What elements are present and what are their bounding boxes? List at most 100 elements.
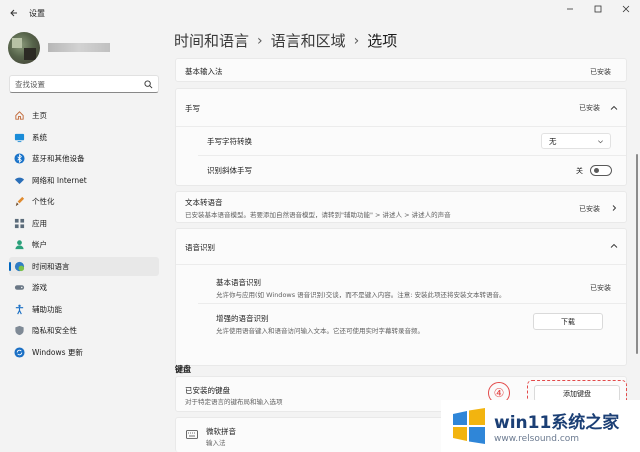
search-box[interactable]: 查找设置 (9, 75, 159, 93)
sidebar-item-accessibility[interactable]: 辅助功能 (9, 300, 159, 319)
installed-keyboards-description: 对于特定语言的键布局和输入选项 (185, 398, 283, 406)
page-title: 选项 (367, 32, 398, 50)
breadcrumb: 时间和语言 › 语言和区域 › 选项 (174, 30, 397, 51)
watermark-text: win11系统之家 www.relsound.com (494, 408, 619, 444)
tts-status: 已安装 (579, 205, 600, 213)
windows-logo-icon (449, 408, 489, 444)
shield-icon (13, 325, 25, 337)
tts-description: 已安装基本语音模型。若要添加自然语音模型，请转到"辅助功能" > 讲述人 > 讲… (185, 211, 451, 219)
sidebar-item-accounts[interactable]: 帐户 (9, 235, 159, 254)
sidebar-item-label: 辅助功能 (32, 304, 62, 314)
home-icon (13, 110, 25, 122)
watermark: win11系统之家 www.relsound.com (441, 400, 640, 452)
watermark-title: win11系统之家 (494, 413, 620, 433)
brush-icon (13, 196, 25, 208)
italic-toggle-state: 关 (576, 167, 583, 175)
sidebar-item-home[interactable]: 主页 (9, 106, 159, 125)
update-icon (13, 346, 25, 358)
maximize-icon (594, 5, 602, 13)
breadcrumb-time-language[interactable]: 时间和语言 (174, 30, 249, 51)
person-icon (13, 239, 25, 251)
sidebar-item-label: 应用 (32, 218, 47, 228)
speech-card: 语音识别 基本语音识别 允许你与应用(如 Windows 语音识别)交谈，而不是… (175, 228, 627, 366)
keyboard-icon (186, 430, 198, 441)
monitor-icon (13, 131, 25, 143)
arrow-left-icon (10, 9, 17, 17)
sidebar-item-label: 系统 (32, 132, 47, 142)
window-controls (556, 0, 640, 18)
minimize-icon (567, 8, 573, 10)
dropdown-value: 无 (549, 136, 557, 146)
keyboard-section-heading: 键盘 (175, 365, 191, 374)
chevron-up-icon (610, 104, 618, 112)
sidebar-item-privacy[interactable]: 隐私和安全性 (9, 321, 159, 340)
chevron-down-icon (597, 138, 604, 147)
sidebar-item-gaming[interactable]: 游戏 (9, 278, 159, 297)
handwriting-status: 已安装 (579, 104, 600, 112)
sidebar-item-time-language[interactable]: 时间和语言 (9, 256, 159, 276)
main-content: 时间和语言 › 语言和区域 › 选项 基本输入法 已安装 手写 已安装 手写字符… (166, 26, 640, 452)
handwriting-title: 手写 (185, 104, 200, 113)
keyboard-item-name: 微软拼音 (206, 427, 236, 436)
tts-card[interactable]: 文本转语音 已安装基本语音模型。若要添加自然语音模型，请转到"辅助功能" > 讲… (175, 191, 627, 223)
sidebar-item-personalization[interactable]: 个性化 (9, 192, 159, 211)
basic-input-title: 基本输入法 (185, 67, 223, 76)
download-button-label: 下载 (561, 317, 575, 326)
apps-icon (13, 217, 25, 229)
app-title: 设置 (29, 8, 45, 18)
enhanced-speech-title: 增强的语音识别 (216, 314, 269, 323)
basic-speech-status: 已安装 (590, 284, 611, 292)
avatar (8, 32, 40, 64)
profile-name-redacted (48, 43, 110, 52)
sidebar-item-bluetooth[interactable]: 蓝牙和其他设备 (9, 149, 159, 168)
tts-title: 文本转语音 (185, 198, 223, 207)
divider (198, 303, 626, 304)
globe-clock-icon (13, 260, 25, 272)
wifi-icon (13, 174, 25, 186)
chevron-right-icon (610, 204, 618, 212)
sidebar-item-label: 时间和语言 (32, 261, 70, 271)
scrollbar[interactable] (636, 154, 638, 354)
sidebar-item-label: Windows 更新 (32, 347, 83, 357)
keyboard-item-type: 输入法 (206, 439, 226, 447)
divider (176, 126, 626, 127)
chevron-right-icon: › (353, 32, 360, 49)
sidebar-item-label: 网络和 Internet (32, 175, 87, 185)
handwriting-header[interactable]: 手写 已安装 (176, 89, 626, 125)
maximize-button[interactable] (584, 0, 612, 18)
sidebar-item-network[interactable]: 网络和 Internet (9, 171, 159, 190)
sidebar-item-label: 游戏 (32, 283, 47, 292)
sidebar-item-windows-update[interactable]: Windows 更新 (9, 343, 159, 362)
sidebar: 查找设置 主页 系统 蓝牙和其他设备 网络和 Internet 个性化 应用 帐… (0, 26, 166, 452)
back-button[interactable] (3, 2, 25, 24)
italic-handwriting-toggle[interactable] (590, 165, 612, 176)
sidebar-item-label: 主页 (32, 111, 47, 120)
basic-speech-title: 基本语音识别 (216, 278, 261, 287)
basic-input-card: 基本输入法 已安装 (175, 58, 627, 82)
sidebar-item-system[interactable]: 系统 (9, 128, 159, 147)
breadcrumb-language-region[interactable]: 语言和区域 (271, 30, 346, 51)
search-icon (141, 77, 155, 91)
watermark-url: www.relsound.com (494, 434, 580, 444)
download-button[interactable]: 下载 (533, 313, 603, 330)
title-bar: 设置 (0, 0, 640, 26)
chevron-up-icon (610, 242, 618, 250)
sidebar-item-label: 个性化 (32, 197, 55, 206)
sidebar-item-apps[interactable]: 应用 (9, 214, 159, 233)
close-button[interactable] (612, 0, 640, 18)
close-icon (622, 5, 630, 13)
speech-header[interactable]: 语音识别 (176, 229, 626, 263)
sidebar-item-label: 帐户 (32, 240, 47, 249)
minimize-button[interactable] (556, 0, 584, 18)
accessibility-icon (13, 303, 25, 315)
search-input[interactable]: 查找设置 (15, 79, 141, 90)
divider (198, 155, 626, 156)
italic-handwriting-label: 识别斜体手写 (207, 166, 252, 175)
handwriting-card: 手写 已安装 手写字符转换 无 识别斜体手写 关 (175, 88, 627, 186)
divider (176, 264, 626, 265)
handwriting-conversion-dropdown[interactable]: 无 (541, 133, 611, 149)
basic-input-status: 已安装 (590, 68, 611, 76)
basic-speech-description: 允许你与应用(如 Windows 语音识别)交谈，而不是键入内容。注意: 安装此… (216, 291, 506, 299)
user-profile[interactable] (8, 32, 158, 64)
sidebar-item-label: 隐私和安全性 (32, 326, 77, 335)
